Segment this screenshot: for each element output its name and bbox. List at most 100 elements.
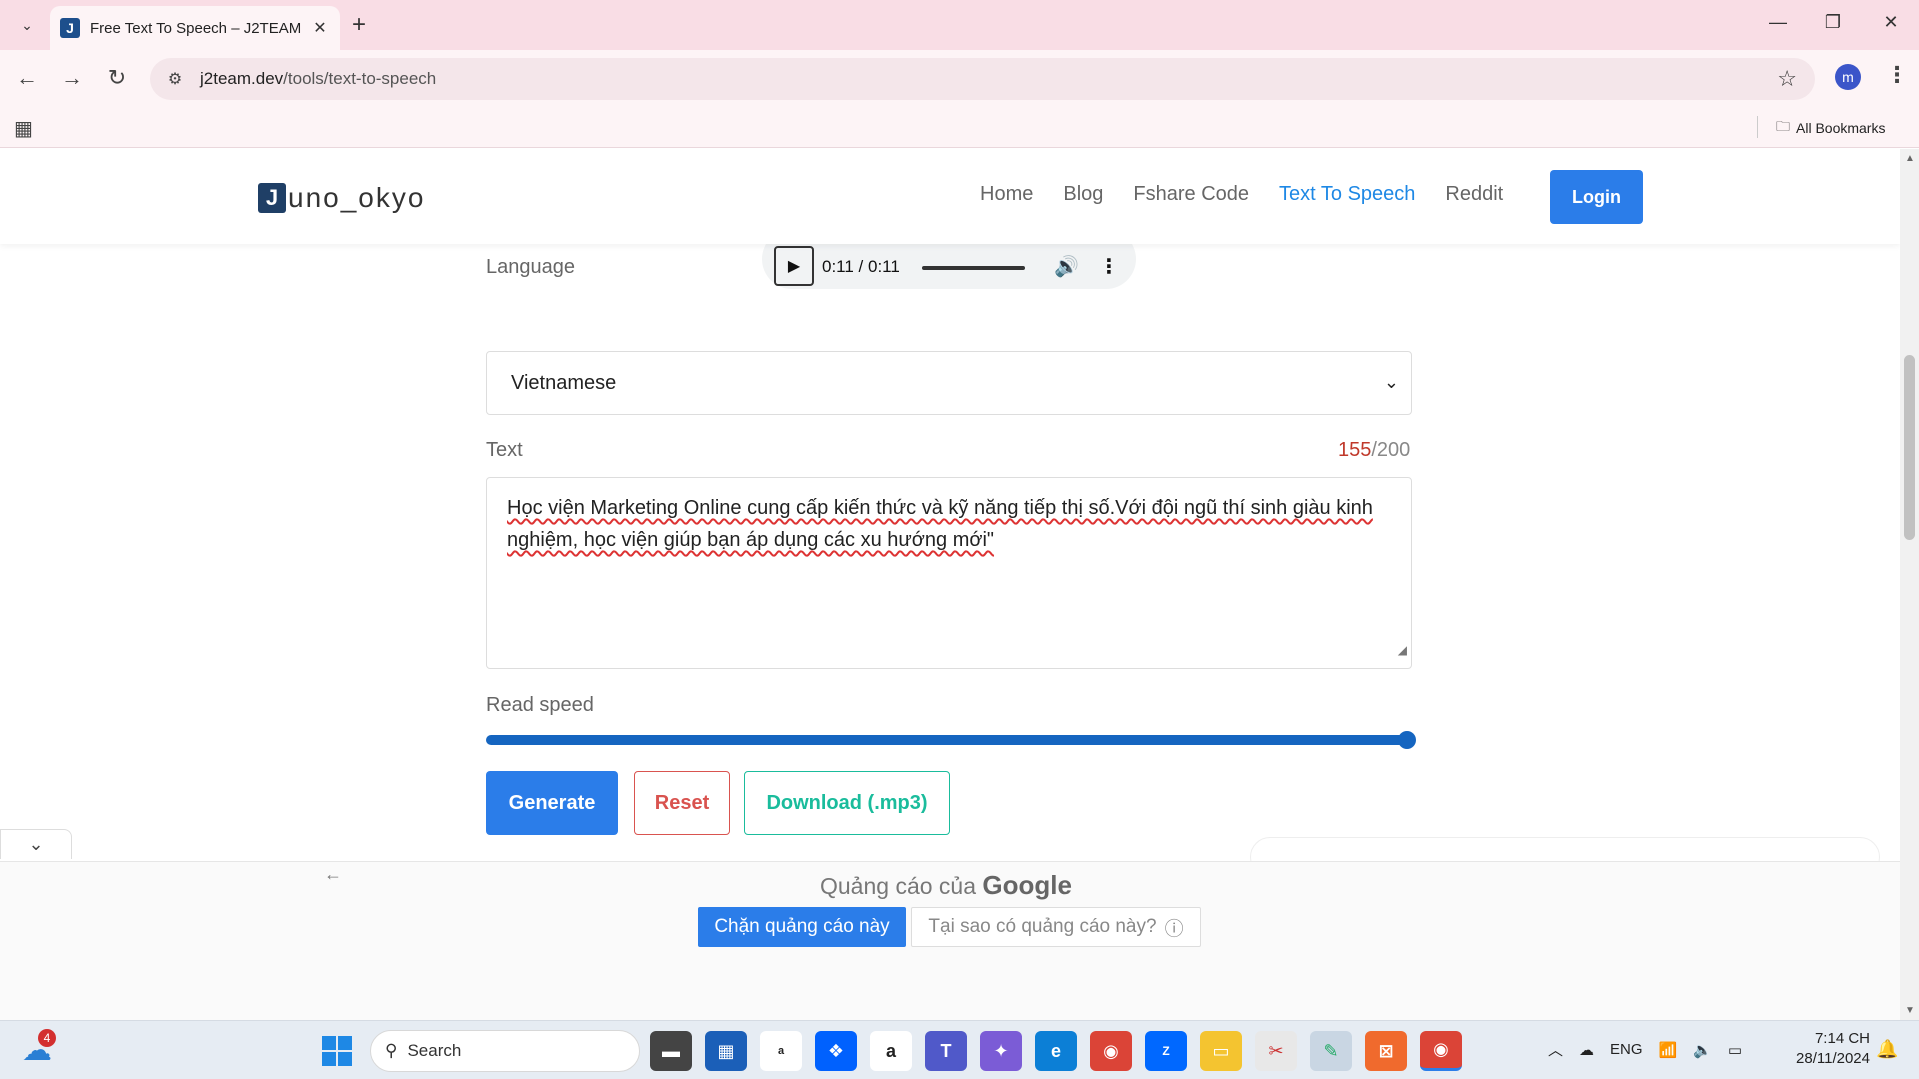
text-label: Text [486,439,523,461]
bookmark-star-icon[interactable]: ☆ [1777,66,1797,92]
bookmarks-divider [1757,116,1758,138]
favicon-icon: J [60,18,80,38]
scroll-thumb[interactable] [1904,355,1915,540]
web-page: J uno_okyo Home Blog Fshare Code Text To… [0,149,1900,1020]
minimize-icon[interactable]: — [1763,12,1793,33]
zalo-icon[interactable]: Z [1145,1031,1187,1071]
back-icon[interactable]: ← [12,64,42,92]
ad-title-brand: Google [982,870,1072,900]
window-close-icon[interactable]: ✕ [1876,12,1906,33]
ad-title: Quảng cáo của Google [820,870,1072,901]
wifi-icon[interactable]: 📶 [1659,1041,1678,1059]
nav-home[interactable]: Home [980,183,1033,206]
snipping-tool-icon[interactable]: ✂ [1255,1031,1297,1071]
profile-avatar[interactable]: m [1835,64,1861,90]
copilot-icon[interactable]: ✦ [980,1031,1022,1071]
input-language[interactable]: ENG [1610,1041,1643,1058]
page-scrollbar[interactable]: ▲ ▼ [1900,149,1919,1020]
weather-badge: 4 [38,1029,56,1047]
apps-grid-icon[interactable]: ▦ [14,116,33,141]
audio-progress-bar[interactable] [922,266,1025,270]
main-nav: Home Blog Fshare Code Text To Speech Red… [980,183,1503,206]
read-speed-slider[interactable] [486,731,1416,749]
reload-icon[interactable]: ↻ [102,64,132,92]
generate-button[interactable]: Generate [486,771,618,835]
screen: ⌄ J Free Text To Speech – J2TEAM ✕ + — ❐… [0,0,1919,1079]
slider-thumb[interactable] [1398,731,1416,749]
all-bookmarks-button[interactable]: 🗀 All Bookmarks [1776,116,1885,140]
file-explorer-icon[interactable]: ▭ [1200,1031,1242,1071]
login-button[interactable]: Login [1550,170,1643,224]
forward-icon[interactable]: → [57,64,87,92]
language-select[interactable]: Vietnamese ⌄ [486,351,1412,415]
xampp-icon[interactable]: ⊠ [1365,1031,1407,1071]
onedrive-icon[interactable]: ☁ [1579,1041,1594,1059]
google-ad-panel: ← Quảng cáo của Google Chặn quảng cáo nà… [0,861,1900,1020]
audio-more-icon[interactable]: ⋮ [1099,254,1119,279]
scroll-up-icon[interactable]: ▲ [1905,153,1915,164]
char-counter: 155/200 [1338,439,1410,462]
char-count-current: 155 [1338,439,1372,461]
browser-tab[interactable]: J Free Text To Speech – J2TEAM ✕ [50,6,340,50]
nav-reddit[interactable]: Reddit [1445,183,1503,206]
url-path: /tools/text-to-speech [283,69,437,88]
dropbox-icon[interactable]: ❖ [815,1031,857,1071]
nav-fshare-code[interactable]: Fshare Code [1133,183,1249,206]
reset-button[interactable]: Reset [634,771,730,835]
block-ad-button[interactable]: Chặn quảng cáo này [698,907,906,947]
read-speed-label: Read speed [486,694,594,716]
collapse-ad-icon[interactable]: ⌄ [0,829,72,859]
url-domain: j2team.dev [200,69,284,88]
browser-tab-bar: ⌄ J Free Text To Speech – J2TEAM ✕ + — ❐… [0,0,1919,50]
resize-grip-icon[interactable]: ◢ [1398,634,1407,666]
teams-icon[interactable]: T [925,1031,967,1071]
amazon-icon[interactable]: a [760,1031,802,1071]
chrome-icon[interactable]: ◉ [1090,1031,1132,1071]
char-count-max: /200 [1371,439,1411,461]
language-label: Language [486,256,575,278]
download-button[interactable]: Download (.mp3) [744,771,950,835]
taskbar-search-label: Search [407,1041,462,1060]
text-input-value: Học viện Marketing Online cung cấp kiến … [507,497,1373,551]
logo-mark: J [258,183,286,213]
site-info-icon[interactable]: ⚙ [164,69,186,89]
new-tab-icon[interactable]: + [352,12,366,38]
volume-icon[interactable]: 🔊 [1054,254,1079,279]
system-tray: ︿ ☁ ENG 📶 🔈 ▭ [1548,1039,1742,1060]
all-bookmarks-label: All Bookmarks [1796,120,1886,136]
address-bar[interactable]: ⚙ j2team.dev/tools/text-to-speech ☆ [150,58,1815,100]
battery-icon[interactable]: ▭ [1728,1041,1742,1059]
start-icon[interactable] [322,1036,352,1066]
edge-icon[interactable]: e [1035,1031,1077,1071]
taskbar-clock[interactable]: 7:14 CH 28/11/2024 [1786,1029,1870,1069]
tray-expand-icon[interactable]: ︿ [1548,1039,1563,1060]
tab-search-icon[interactable]: ⌄ [14,12,40,38]
nav-text-to-speech[interactable]: Text To Speech [1279,183,1415,206]
play-icon[interactable]: ▶ [774,246,814,286]
restore-icon[interactable]: ❐ [1818,12,1848,33]
clock-time: 7:14 CH [1814,1030,1870,1047]
taskbar-apps: ▬ ▦ a ❖ a T ✦ e ◉ Z ▭ ✂ ✎ ⊠ ◉ [650,1031,1462,1071]
chrome-active-icon[interactable]: ◉ [1420,1031,1462,1071]
tab-title: Free Text To Speech – J2TEAM [90,19,302,37]
browser-menu-icon[interactable]: ⋮ [1886,62,1908,88]
scroll-down-icon[interactable]: ▼ [1905,1005,1915,1016]
language-value: Vietnamese [511,371,617,394]
nav-blog[interactable]: Blog [1063,183,1103,206]
ad-back-icon[interactable]: ← [324,864,342,885]
why-ad-button[interactable]: Tại sao có quảng cáo này? ⓘ [911,907,1201,947]
why-ad-label: Tại sao có quảng cáo này? [928,916,1157,937]
browser-toolbar: ← → ↻ ⚙ j2team.dev/tools/text-to-speech … [0,50,1919,106]
chevron-down-icon: ⌄ [1383,372,1399,392]
folder-icon: 🗀 [1776,118,1790,134]
task-view-icon[interactable]: ▬ [650,1031,692,1071]
text-input[interactable]: Học viện Marketing Online cung cấp kiến … [486,477,1412,669]
speaker-icon[interactable]: 🔈 [1693,1041,1712,1059]
notification-icon[interactable]: 🔔 [1876,1039,1898,1060]
notepad-icon[interactable]: ✎ [1310,1031,1352,1071]
taskbar-search[interactable]: ⚲ Search [370,1030,640,1072]
amazon-app-icon[interactable]: a [870,1031,912,1071]
site-logo[interactable]: J uno_okyo [258,182,425,214]
store-icon[interactable]: ▦ [705,1031,747,1071]
close-tab-icon[interactable]: ✕ [310,18,330,38]
